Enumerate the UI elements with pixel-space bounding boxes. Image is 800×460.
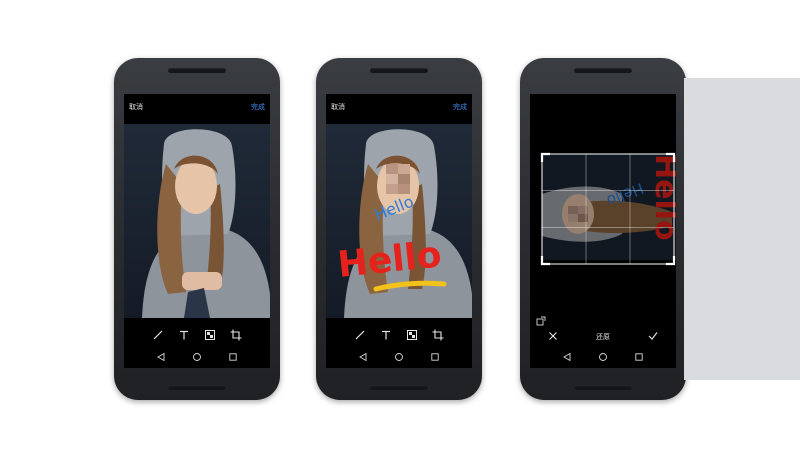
- system-navbar: [124, 346, 270, 368]
- home-icon[interactable]: [192, 352, 202, 362]
- phone-editor: 取消 完成: [114, 58, 280, 400]
- text-icon[interactable]: [380, 329, 392, 341]
- home-icon[interactable]: [394, 352, 404, 362]
- done-button[interactable]: 完成: [453, 102, 467, 112]
- revert-button[interactable]: 还原: [596, 332, 610, 342]
- earpiece-speaker: [168, 68, 226, 73]
- earpiece-speaker: [574, 68, 632, 73]
- home-icon[interactable]: [598, 352, 608, 362]
- phone-crop-mode: Hello Hello 还原: [520, 58, 686, 400]
- phone-screen: Hello Hello 还原: [530, 94, 676, 368]
- editor-toolbar: [124, 324, 270, 346]
- crop-canvas[interactable]: Hello Hello: [530, 124, 676, 318]
- side-panel-backdrop: [684, 78, 800, 380]
- recents-icon[interactable]: [228, 352, 238, 362]
- cancel-button[interactable]: 取消: [129, 102, 143, 112]
- phone-editor-annotated: 取消 完成 Hello Hello: [316, 58, 482, 400]
- system-navbar: [530, 346, 676, 368]
- editor-topbar: 取消 完成: [326, 94, 472, 122]
- portrait-photo: [124, 124, 270, 318]
- system-navbar: [326, 346, 472, 368]
- phone-screen: 取消 完成: [124, 94, 270, 368]
- done-button[interactable]: 完成: [251, 102, 265, 112]
- pen-icon[interactable]: [152, 329, 164, 341]
- text-icon[interactable]: [178, 329, 190, 341]
- recents-icon[interactable]: [430, 352, 440, 362]
- pen-icon[interactable]: [354, 329, 366, 341]
- check-icon[interactable]: [648, 331, 658, 341]
- mosaic-icon[interactable]: [406, 329, 418, 341]
- crop-icon[interactable]: [432, 329, 444, 341]
- bottom-speaker: [168, 385, 226, 390]
- editor-topbar: 取消 完成: [124, 94, 270, 122]
- crop-action-bar: 还原: [530, 330, 676, 346]
- back-icon[interactable]: [562, 352, 572, 362]
- rotated-photo: Hello Hello: [530, 124, 676, 318]
- back-icon[interactable]: [156, 352, 166, 362]
- cancel-button[interactable]: 取消: [331, 102, 345, 112]
- recents-icon[interactable]: [634, 352, 644, 362]
- photo-canvas[interactable]: [124, 124, 270, 318]
- photo-canvas[interactable]: Hello Hello: [326, 124, 472, 318]
- crop-icon[interactable]: [230, 329, 242, 341]
- phone-screen: 取消 完成: [326, 94, 472, 368]
- bottom-speaker: [370, 385, 428, 390]
- rotate-icon[interactable]: [536, 316, 546, 326]
- bottom-speaker: [574, 385, 632, 390]
- editor-toolbar: [326, 324, 472, 346]
- portrait-photo: Hello Hello: [326, 124, 472, 318]
- back-icon[interactable]: [358, 352, 368, 362]
- close-icon[interactable]: [548, 331, 558, 341]
- earpiece-speaker: [370, 68, 428, 73]
- mosaic-block: [386, 164, 410, 194]
- mosaic-icon[interactable]: [204, 329, 216, 341]
